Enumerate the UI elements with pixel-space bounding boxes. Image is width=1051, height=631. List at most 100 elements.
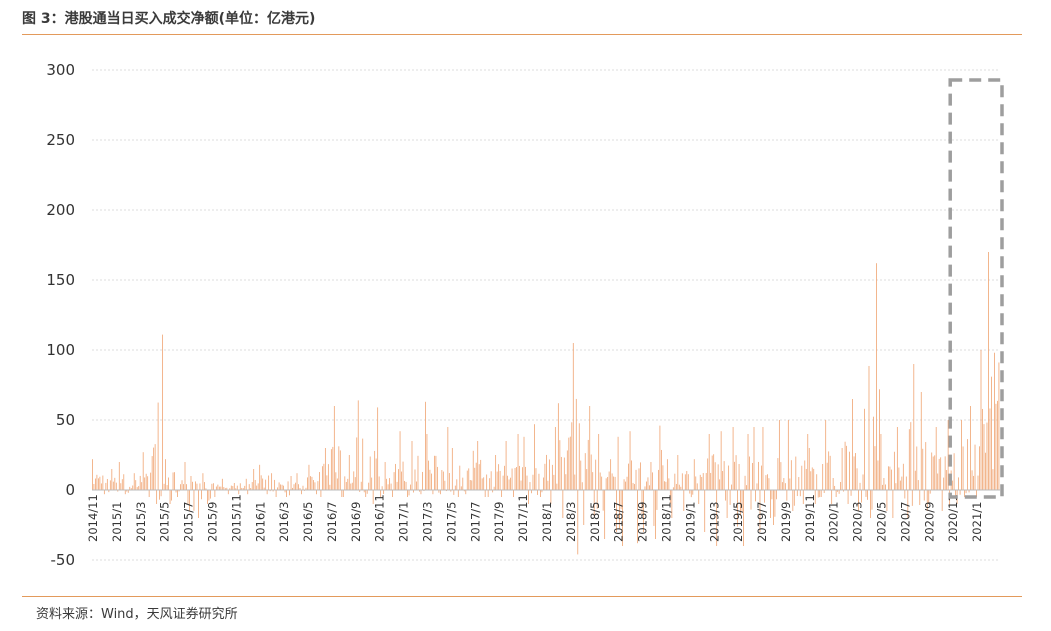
x-tick-label: 2020/9: [922, 502, 936, 542]
bar: [422, 471, 423, 490]
bar: [330, 449, 332, 490]
bar: [356, 437, 358, 490]
bar: [704, 490, 706, 532]
bar: [770, 490, 771, 518]
bar: [111, 469, 113, 490]
bar: [465, 490, 467, 495]
bar: [997, 400, 998, 490]
x-tick-label: 2020/7: [898, 502, 912, 542]
bar: [454, 485, 456, 490]
bar: [944, 456, 946, 490]
bar: [834, 485, 836, 490]
x-tick-label: 2017/5: [444, 502, 458, 542]
bar: [462, 477, 464, 490]
x-tick-label: 2019/11: [803, 494, 817, 542]
bar: [873, 416, 874, 490]
bar: [548, 459, 550, 490]
bar: [168, 477, 169, 490]
bar: [961, 420, 962, 490]
bar: [471, 480, 473, 490]
bar: [943, 477, 945, 490]
bar: [375, 458, 377, 490]
bar: [253, 469, 255, 490]
x-tick-label: 2018/9: [636, 502, 650, 542]
bar: [232, 486, 234, 490]
bar: [628, 463, 629, 490]
bar: [646, 481, 647, 490]
bar: [295, 482, 296, 490]
bar: [905, 476, 907, 490]
bar: [734, 461, 735, 490]
bar: [756, 483, 758, 490]
bar: [487, 490, 489, 497]
bar: [135, 480, 137, 490]
bar: [822, 464, 824, 490]
bar: [578, 423, 580, 490]
bar: [453, 490, 455, 495]
bar: [496, 471, 498, 490]
bar: [150, 472, 152, 490]
bar: [177, 490, 178, 497]
bar: [607, 476, 609, 490]
bar: [357, 400, 359, 490]
bar: [286, 490, 287, 497]
bar: [899, 480, 901, 490]
y-tick-label: 50: [56, 411, 75, 429]
x-tick-label: 2017/9: [492, 502, 506, 542]
bar: [893, 451, 895, 490]
bar: [559, 440, 561, 490]
bar: [923, 490, 925, 501]
bar: [784, 483, 786, 490]
bar: [876, 263, 877, 490]
bar: [589, 406, 591, 490]
bar: [586, 469, 588, 490]
bar: [626, 476, 628, 490]
bar: [431, 473, 432, 490]
x-tick-label: 2014/11: [86, 494, 100, 542]
bar: [799, 490, 801, 497]
bar: [735, 455, 737, 490]
bar: [420, 490, 422, 495]
bar: [771, 490, 773, 500]
bar: [644, 486, 646, 490]
bar: [638, 468, 640, 490]
bar: [758, 461, 759, 490]
bar: [820, 490, 822, 497]
bar: [877, 460, 879, 490]
bar: [890, 469, 892, 490]
bar: [504, 465, 505, 490]
bar: [160, 490, 162, 497]
bar: [952, 480, 954, 490]
bar: [777, 458, 779, 490]
bar: [825, 420, 827, 490]
bar: [121, 479, 123, 490]
bar: [732, 427, 734, 490]
bar: [402, 461, 404, 490]
bar: [874, 446, 876, 490]
bar: [323, 463, 325, 490]
bar: [139, 475, 141, 490]
bar: [677, 455, 679, 490]
bar: [114, 477, 116, 490]
bar: [970, 406, 971, 490]
bar: [543, 477, 544, 490]
bar: [508, 479, 510, 490]
bar: [947, 420, 949, 490]
bar: [365, 490, 367, 497]
bar: [517, 434, 519, 490]
bar: [220, 486, 222, 490]
x-axis-ticks: 2014/11 2015/1 2015/3 2015/5 2015/7 2015/9 201…: [86, 494, 984, 542]
bar: [151, 456, 153, 490]
bar: [937, 473, 939, 490]
bar: [366, 490, 368, 494]
bar: [707, 458, 709, 490]
bar: [599, 472, 601, 490]
bar: [460, 486, 462, 490]
bar: [702, 473, 704, 490]
bar: [747, 434, 749, 490]
bar: [971, 470, 973, 490]
bar: [595, 459, 597, 490]
bar: [102, 475, 104, 490]
x-tick-label: 2017/1: [397, 502, 411, 542]
bar: [174, 472, 175, 490]
